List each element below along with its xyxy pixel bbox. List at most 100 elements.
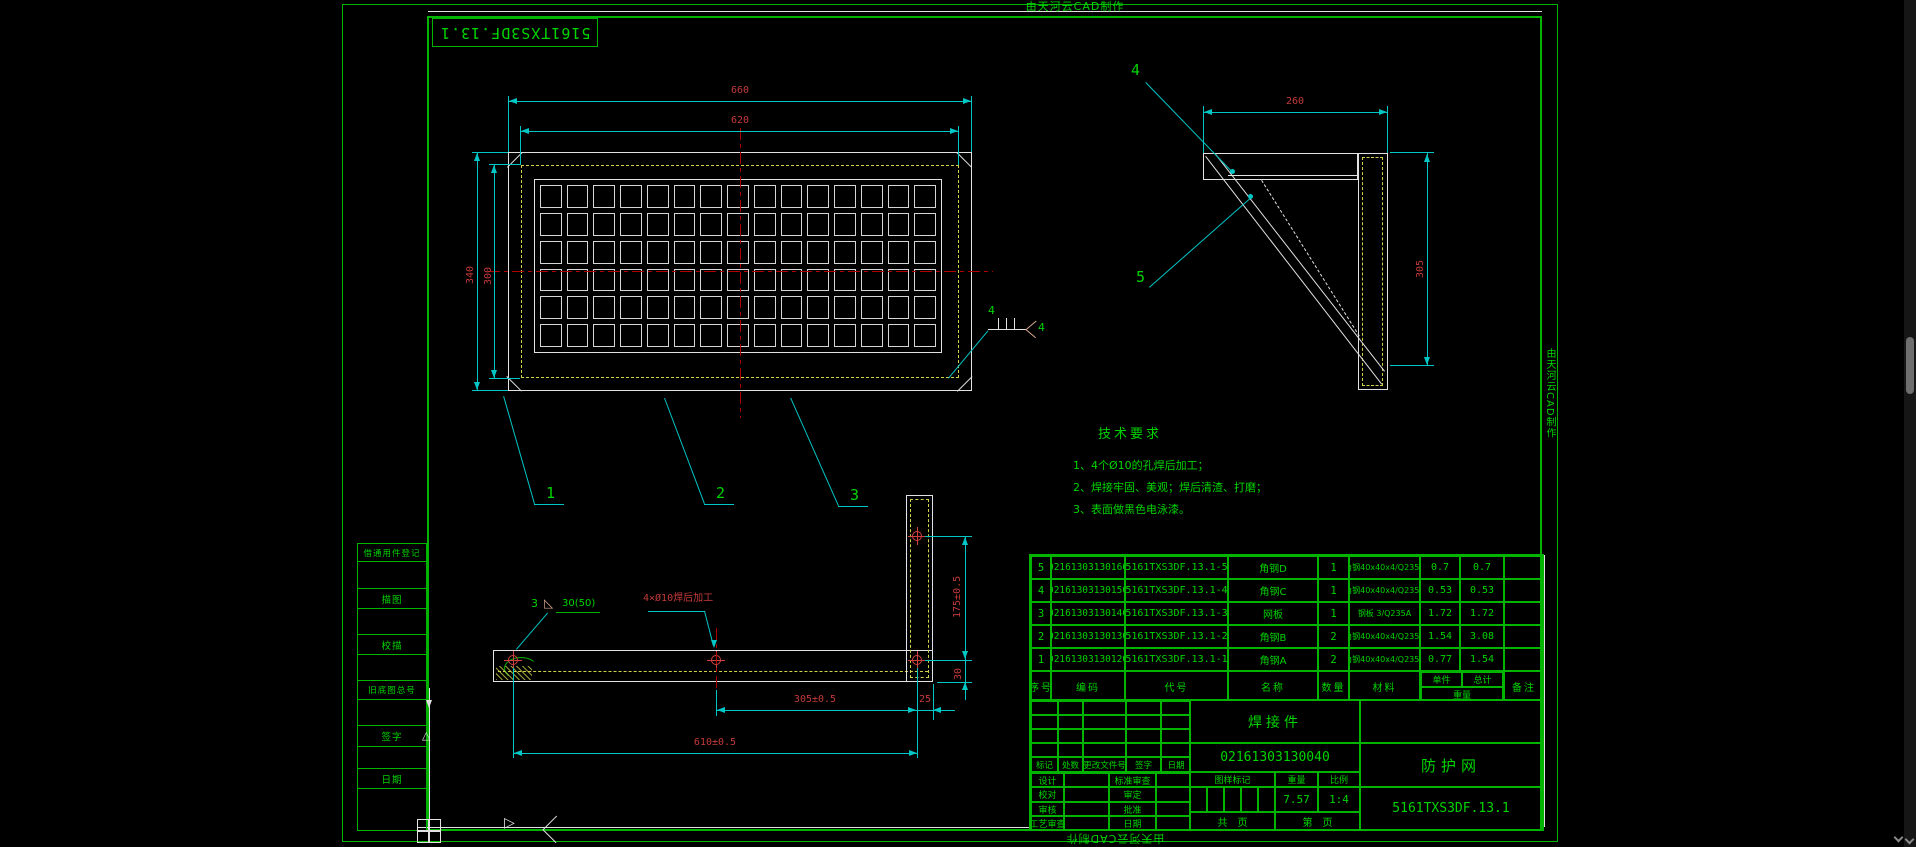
tech-req-title: 技术要求 [1098,427,1163,442]
bom-header-seq: 序号 [1031,671,1051,701]
mesh-cell [620,212,642,236]
sheet-right-edge [1544,555,1545,827]
revision-empty-cell [1058,729,1083,743]
bom-header-part_no: 代号 [1125,671,1228,701]
mesh-cell [860,240,883,264]
revision-empty-cell [1161,729,1191,743]
bom-cell-code: 02161303130120 [1051,648,1125,671]
left-column-label: 借通用件登记 [358,544,426,562]
mesh-cell [593,240,616,264]
dim-text-260: 260 [1285,96,1305,107]
mesh-cell [780,296,803,320]
dim-arrow [711,640,717,648]
dim-line-foot [965,660,966,700]
dim-text-305: 305 [1415,259,1426,278]
balloon-3: 3 [850,486,860,504]
revision-empty-cell [1031,701,1058,715]
bom-cell-material: 角钢40x40x4/Q235A [1349,648,1420,671]
weld-tick [1014,318,1015,329]
mesh-panel [534,179,942,353]
mesh-cell [673,185,696,208]
scrollbar-track[interactable] [1904,0,1916,847]
scroll-down-icon[interactable] [1893,832,1904,843]
weld-tick [998,318,999,329]
left-column-empty-cell [358,609,426,635]
main-centerline-v [740,128,741,418]
revision-label: 签字 [1126,757,1161,773]
mesh-cell [834,324,856,347]
mesh-cell [887,185,910,208]
mesh-cell [834,296,856,320]
mesh-cell [593,324,616,347]
revision-empty-cell [1058,715,1083,729]
mesh-cell [727,240,749,264]
revision-empty-cell [1161,743,1191,757]
code-text: 02161303130040 [1220,750,1330,765]
bom-header-name: 名称 [1228,671,1318,701]
signature-label: 批准 [1109,802,1156,816]
balloon-2: 2 [716,484,726,502]
dim-text-340: 340 [465,265,476,284]
mesh-cell [780,240,803,264]
revision-empty-cell [1126,743,1161,757]
revision-empty-cell [1126,701,1161,715]
mark-empty-cell [1190,787,1207,812]
revision-empty-cell [1126,715,1161,729]
mesh-cell [914,185,936,208]
revision-empty-cell [1031,743,1058,757]
ext-line [1387,106,1388,153]
left-column-empty-cell [358,562,426,589]
titleblock-right: 防护网 5161TXS3DF.13.1 [1360,700,1542,830]
mesh-cell [700,185,723,208]
mark-empty-cell [1241,787,1258,812]
mesh-cell [834,240,856,264]
mesh-cell [834,185,856,208]
weld-tick [1006,318,1007,329]
bom-cell-code: 02161303130130 [1051,625,1125,648]
signature-label: 日期 [1109,816,1156,831]
revision-empty-cell [1083,715,1126,729]
dim-arrow [1204,109,1212,115]
bom-header-weight: 重量 [1421,687,1503,701]
drawing-no: 5161TXS3DF.13.1 [1392,801,1510,816]
bom-cell-material: 角钢40x40x4/Q235A [1349,579,1420,602]
left-column-label: 旧底图总号 [358,681,426,700]
mesh-cell [700,212,723,236]
bom-cell-seq: 4 [1031,579,1051,602]
bom-cell-material: 角钢40x40x4/Q235A [1349,625,1420,648]
tech-req-item: 3、表面做黑色电泳漆。 [1073,503,1190,516]
dim-line-height [965,536,966,660]
revision-empty-cell [1083,743,1126,757]
mesh-cell [566,212,589,236]
tech-req-item: 2、焊接牢固、美观；焊后清渣、打磨； [1073,481,1267,494]
dim-arrow [1379,109,1387,115]
bom-cell-unit-weight: 1.72 [1420,602,1460,625]
left-column-label: 签字 [358,726,426,747]
drawing-no-cell: 5161TXS3DF.13.1 [1360,787,1542,830]
bom-cell-total-weight: 0.53 [1460,579,1504,602]
mesh-cell [646,185,669,208]
mesh-cell [727,212,749,236]
ext-line [513,668,514,758]
dim-arrow [717,707,725,713]
mesh-cell [753,212,776,236]
weight-value: 7.57 [1283,793,1310,806]
dim-arrow [514,750,522,756]
leader-dot [1230,169,1235,174]
title-box-text: 5161TXS3DF.13.1 [439,23,591,42]
hole-note: 4×Ø10焊后加工 [643,593,714,604]
mesh-cell [620,296,642,320]
ext-line [508,96,509,152]
dim-arrow [950,128,958,134]
mesh-cell [727,185,749,208]
mesh-cell [887,240,910,264]
signature-blank-cell [1064,802,1109,816]
front-hatch [496,666,532,680]
scrollbar-thumb[interactable] [1906,337,1914,394]
dim-text-620: 620 [730,115,750,126]
bom-cell-code: 02161303130140 [1051,602,1125,625]
bom-cell-qty: 2 [1318,625,1349,648]
signature-label: 审定 [1109,787,1156,802]
bom-header-unit: 单件 [1421,672,1462,687]
left-column-empty-cell [358,655,426,681]
